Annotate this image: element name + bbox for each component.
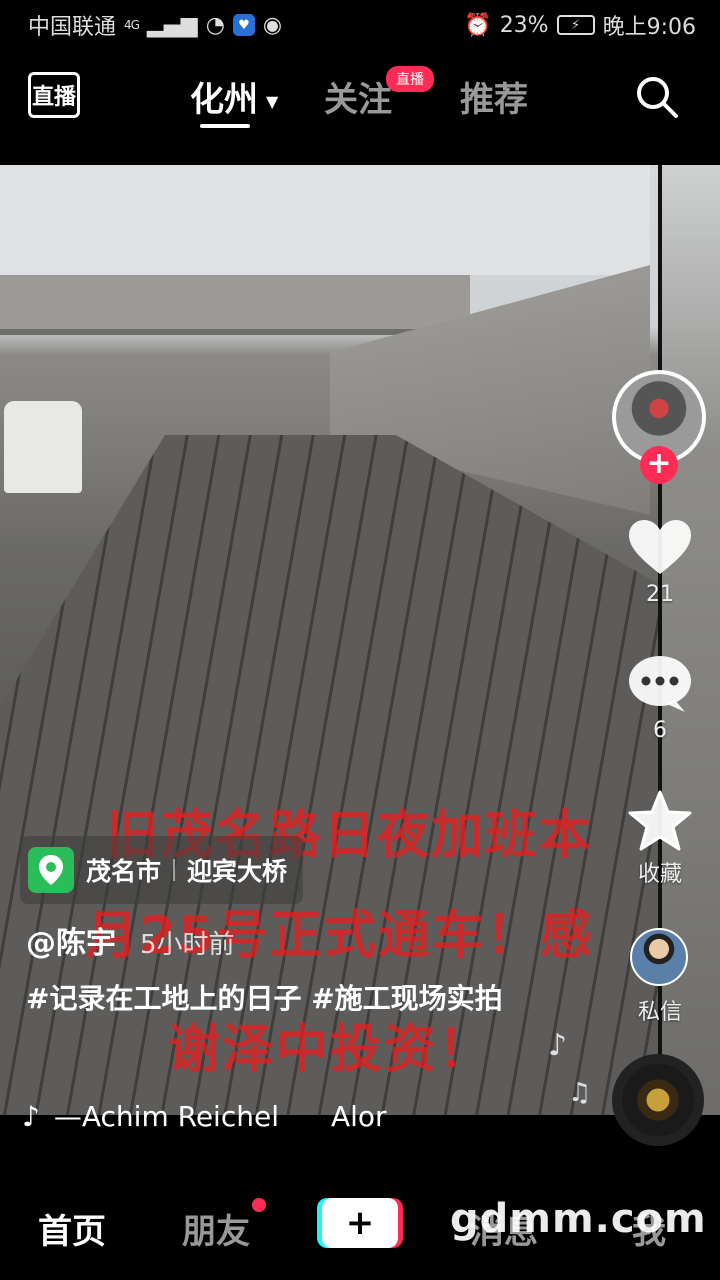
app-notification-icon: ♥ (232, 14, 255, 36)
author-name[interactable]: @陈宇 (26, 918, 116, 962)
video-car (4, 401, 82, 493)
video-sky (0, 165, 650, 275)
comment-icon (629, 656, 691, 712)
signal-icon: 4G (124, 18, 140, 32)
watermark: gdmm.com (450, 1196, 707, 1242)
video-bridge (0, 275, 470, 335)
dm-button[interactable]: 私信 (620, 990, 700, 1026)
nav-friends[interactable]: 朋友 (182, 1204, 250, 1253)
tab-city-label: 化州 (190, 80, 258, 120)
live-logo-button[interactable]: 直播 (28, 72, 80, 118)
carrier-label: 中国联通 (28, 15, 117, 40)
active-tab-indicator (200, 124, 250, 128)
favorite-label: 收藏 (637, 862, 682, 887)
location-pin-icon (28, 847, 74, 893)
music-disc[interactable] (612, 1054, 704, 1146)
caret-down-icon: ▼ (266, 92, 279, 111)
tab-city[interactable]: 化州 ▼ (190, 72, 278, 121)
nav-home[interactable]: 首页 (38, 1204, 106, 1253)
dm-label: 私信 (637, 1000, 682, 1025)
post-time: 5小时前 (140, 930, 235, 960)
alarm-icon: ⏰ (464, 12, 492, 38)
music-title: Alor (330, 1100, 387, 1133)
like-count: 21 (646, 582, 674, 607)
signal-bars-icon: ▂▄▆ (146, 12, 198, 38)
music-info[interactable]: ♪ —Achim Reichel Alor (22, 1100, 387, 1133)
search-icon[interactable] (634, 74, 680, 120)
top-nav: 直播 化州 ▼ 关注 直播 推荐 (0, 60, 720, 140)
favorite-button[interactable]: 收藏 (620, 790, 700, 888)
dm-avatar[interactable] (630, 928, 688, 986)
clock: 晚上9:06 (602, 15, 696, 40)
follow-plus-button[interactable]: + (640, 446, 678, 484)
qq-icon: ◔ (205, 12, 225, 38)
like-button[interactable]: 21 (620, 518, 700, 607)
music-note-icon: ♪ (548, 1028, 568, 1063)
notification-dot (252, 1198, 266, 1212)
location-tag[interactable]: 茂名市 迎宾大桥 (20, 836, 304, 904)
heart-icon (629, 520, 691, 574)
status-bar: 中国联通 4G ▂▄▆ ◔ ♥ ◉ ⏰ 23% ⚡ 晚上9:06 (0, 0, 720, 50)
tab-recommend[interactable]: 推荐 (460, 72, 528, 121)
comment-button[interactable]: 6 (620, 654, 700, 743)
battery-icon: ⚡ (556, 15, 595, 35)
wechat-icon: ◉ (262, 12, 283, 38)
post-description[interactable]: #记录在工地上的日子 #施工现场实拍 (26, 976, 526, 1022)
music-artist: —Achim Reichel (53, 1100, 279, 1133)
music-note-icon: ♫ (568, 1078, 592, 1108)
battery-percent: 23% (499, 12, 549, 38)
tiktok-note-icon: ♪ (22, 1100, 40, 1133)
author-row: @陈宇 5小时前 (26, 918, 235, 962)
create-button[interactable]: + (322, 1198, 398, 1248)
comment-count: 6 (653, 718, 667, 743)
star-icon (628, 790, 692, 851)
live-badge: 直播 (386, 66, 434, 92)
location-divider (173, 859, 176, 881)
location-place: 迎宾大桥 (187, 857, 288, 886)
location-city: 茂名市 (86, 857, 162, 886)
tab-follow[interactable]: 关注 (324, 72, 392, 121)
video-player[interactable]: 旧茂名路日夜加班本 月25号正式通车！感 谢泽中投资！ (0, 165, 720, 1115)
